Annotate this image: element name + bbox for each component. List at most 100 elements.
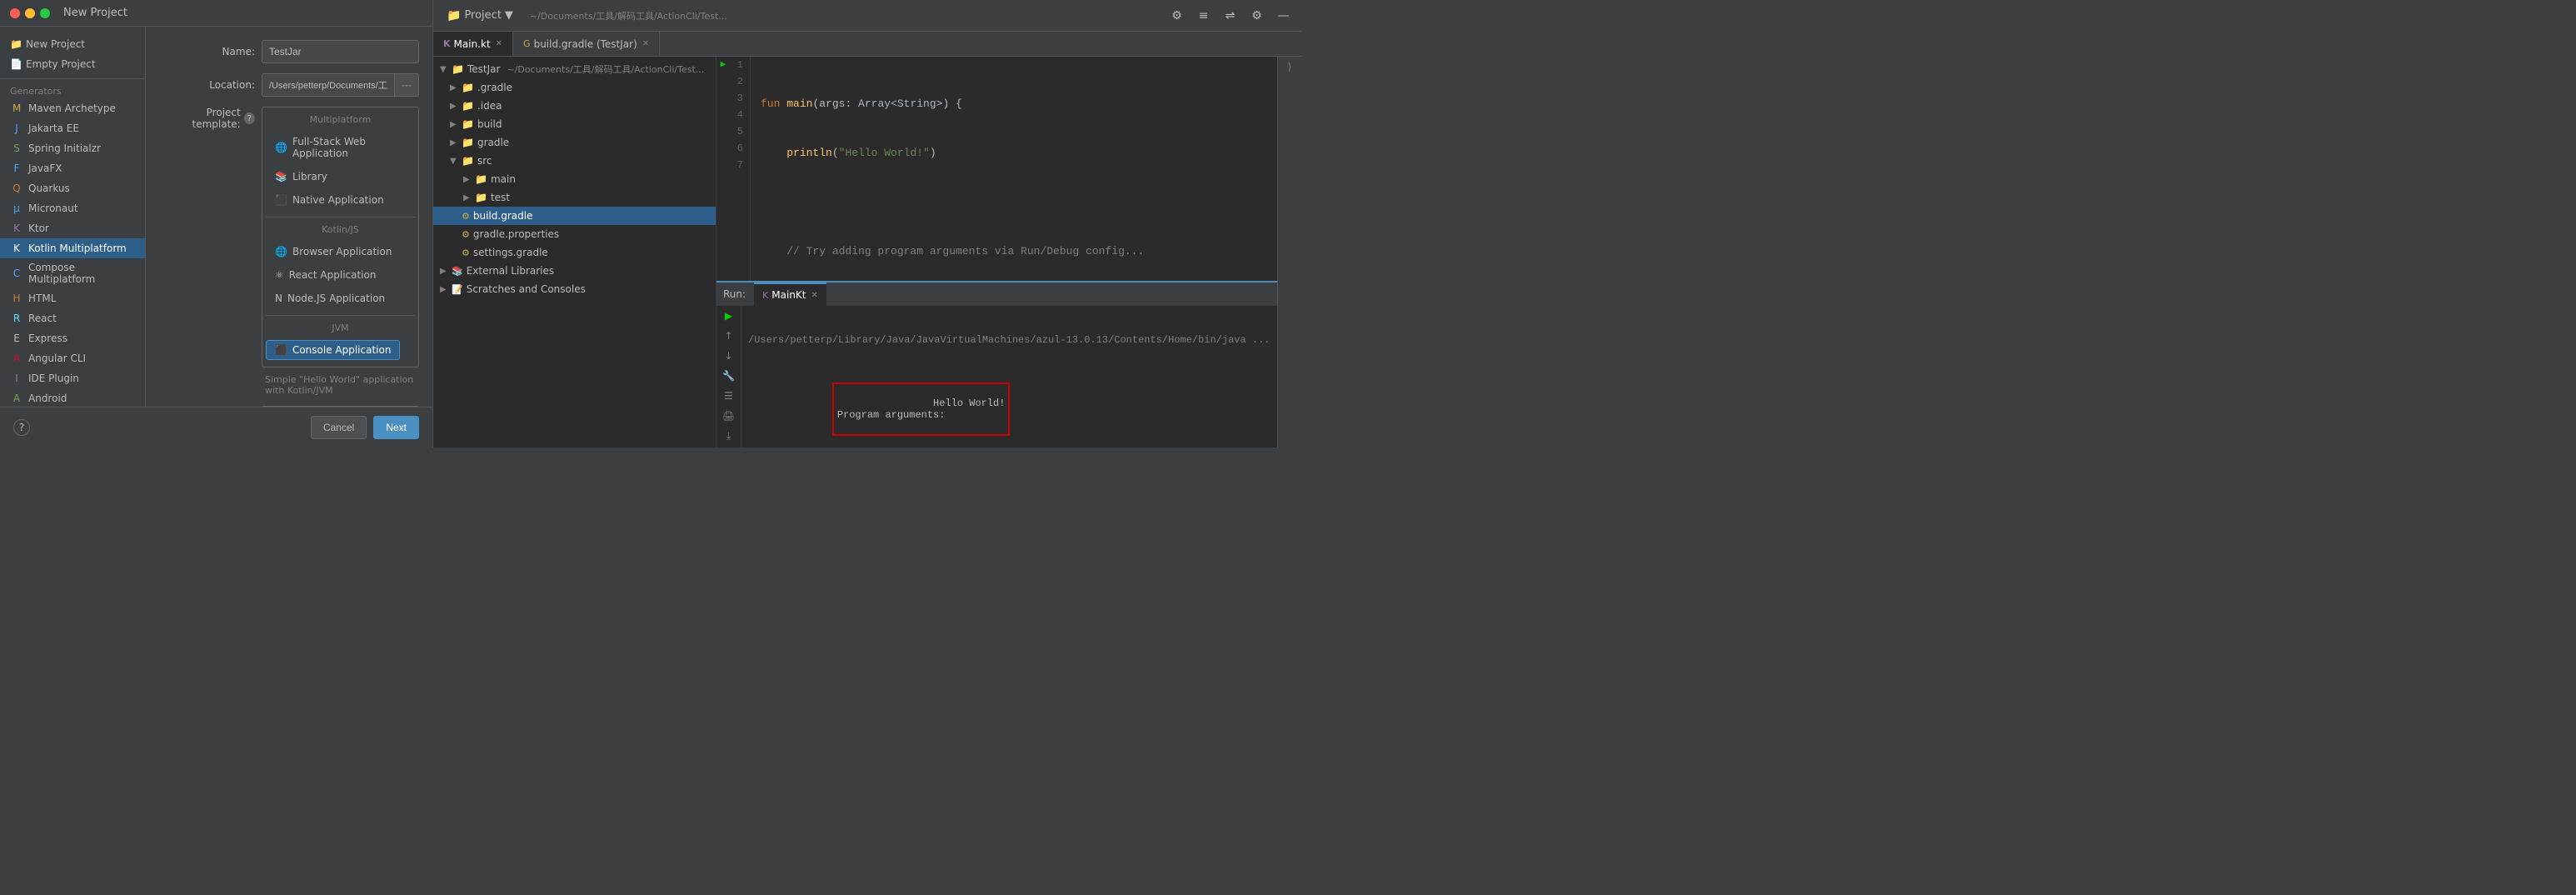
sidebar-item-micronaut[interactable]: μ Micronaut bbox=[0, 198, 145, 218]
test-arrow: ▶ bbox=[463, 193, 472, 202]
idea-folder-icon: 📁 bbox=[462, 100, 474, 112]
dialog-help-button[interactable]: ? bbox=[13, 419, 30, 436]
name-input[interactable] bbox=[262, 40, 419, 63]
react-icon: R bbox=[10, 312, 23, 325]
sidebar-item-ide-plugin[interactable]: I IDE Plugin bbox=[0, 368, 145, 388]
bottom-tab-mainkt[interactable]: K MainKt ✕ bbox=[754, 282, 826, 306]
project-dropdown-arrow: ▼ bbox=[505, 9, 513, 22]
gradle2-label: gradle bbox=[477, 137, 509, 148]
run-gutter-icon[interactable]: ▶ bbox=[722, 309, 736, 322]
run-button-line1[interactable]: ▶ bbox=[716, 57, 730, 73]
tree-item-src[interactable]: ▼ 📁 src bbox=[433, 152, 716, 170]
right-gutter-icon-1[interactable]: ⟩ bbox=[1283, 60, 1296, 73]
browse-button[interactable]: ··· bbox=[395, 73, 419, 97]
template-console-application[interactable]: ⬛ Console Application bbox=[266, 340, 400, 360]
tree-item-gradle[interactable]: ▶ 📁 .gradle bbox=[433, 78, 716, 97]
mainkt-tab-icon: K bbox=[762, 290, 768, 301]
line-gutter: ▶ 1 2 3 4 bbox=[716, 57, 751, 281]
tree-item-gradle-properties[interactable]: ▶ ⚙ gradle.properties bbox=[433, 225, 716, 243]
sidebar-divider bbox=[0, 78, 145, 79]
dialog-title: New Project bbox=[63, 7, 127, 19]
sidebar-item-quarkus[interactable]: Q Quarkus bbox=[0, 178, 145, 198]
sidebar-item-javafx[interactable]: F JavaFX bbox=[0, 158, 145, 178]
line-number-7: 7 bbox=[730, 157, 750, 173]
scroll-end-icon[interactable]: ⤓ bbox=[722, 429, 736, 442]
tree-item-external-libraries[interactable]: ▶ 📚 External Libraries bbox=[433, 262, 716, 280]
root-expand-arrow: ▼ bbox=[440, 65, 448, 74]
sidebar-item-compose-multiplatform[interactable]: C Compose Multiplatform bbox=[0, 258, 145, 288]
code-content[interactable]: fun main(args: Array<String>) { println(… bbox=[751, 57, 1277, 281]
sidebar-item-angular[interactable]: A Angular CLI bbox=[0, 348, 145, 368]
minus-icon[interactable]: — bbox=[1272, 4, 1295, 28]
ext-lib-icon: 📚 bbox=[452, 266, 463, 277]
native-icon: ⬛ bbox=[275, 194, 287, 206]
tree-item-build[interactable]: ▶ 📁 build bbox=[433, 115, 716, 133]
ktor-icon: K bbox=[10, 222, 23, 235]
location-input[interactable] bbox=[262, 73, 395, 97]
settings-icon[interactable]: ⚙ bbox=[1166, 4, 1189, 28]
filter-icon[interactable]: ☰ bbox=[722, 389, 736, 402]
sidebar-item-spring[interactable]: S Spring Initialzr bbox=[0, 138, 145, 158]
scroll-down-icon[interactable]: ↓ bbox=[722, 349, 736, 362]
tree-item-settings-gradle[interactable]: ▶ ⚙ settings.gradle bbox=[433, 243, 716, 262]
project-dropdown[interactable]: 📁 Project ▼ bbox=[440, 7, 520, 25]
close-button[interactable] bbox=[10, 8, 20, 18]
gear-icon[interactable]: ⚙ bbox=[1246, 4, 1269, 28]
line-gutter-2: 2 bbox=[716, 73, 750, 90]
columns-icon[interactable]: ⇌ bbox=[1219, 4, 1242, 28]
main-kt-close[interactable]: ✕ bbox=[496, 39, 502, 48]
ext-lib-arrow: ▶ bbox=[440, 267, 448, 276]
cancel-button[interactable]: Cancel bbox=[311, 416, 367, 439]
react-app-icon: ⚛ bbox=[275, 269, 284, 281]
right-gutter: ⟩ bbox=[1277, 57, 1302, 448]
output-box: Hello World! Program arguments: bbox=[832, 382, 1011, 436]
wrench-icon[interactable]: 🔧 bbox=[722, 369, 736, 382]
template-nodejs-app[interactable]: N Node.JS Application bbox=[266, 288, 399, 308]
template-help-icon[interactable]: ? bbox=[244, 112, 255, 124]
template-library[interactable]: 📚 Library bbox=[266, 167, 399, 187]
dialog-titlebar: New Project bbox=[0, 0, 432, 27]
tab-main-kt[interactable]: K Main.kt ✕ bbox=[433, 32, 513, 56]
minimize-button[interactable] bbox=[25, 8, 35, 18]
tree-root-testjar[interactable]: ▼ 📁 TestJar ~/Documents/工具/解码工具/ActionCl… bbox=[433, 60, 716, 78]
gradle2-folder-icon: 📁 bbox=[462, 137, 474, 148]
tree-item-scratches[interactable]: ▶ 📝 Scratches and Consoles bbox=[433, 280, 716, 298]
sidebar-item-maven-archetype[interactable]: M Maven Archetype bbox=[0, 98, 145, 118]
tree-item-idea[interactable]: ▶ 📁 .idea bbox=[433, 97, 716, 115]
build-folder-icon: 📁 bbox=[462, 118, 474, 130]
build-gradle-close[interactable]: ✕ bbox=[642, 39, 649, 48]
sidebar-item-kotlin-multiplatform[interactable]: K Kotlin Multiplatform bbox=[0, 238, 145, 258]
sidebar-item-empty-project[interactable]: 📄 Empty Project bbox=[0, 55, 145, 73]
template-react-app[interactable]: ⚛ React Application bbox=[266, 265, 399, 285]
print-icon[interactable]: 🖨 bbox=[722, 409, 736, 422]
bottom-tabs: Run: K MainKt ✕ bbox=[716, 282, 1277, 306]
sidebar-item-react[interactable]: R React bbox=[0, 308, 145, 328]
sidebar-item-express[interactable]: E Express bbox=[0, 328, 145, 348]
tree-item-main[interactable]: ▶ 📁 main bbox=[433, 170, 716, 188]
template-native-application[interactable]: ⬛ Native Application bbox=[266, 190, 399, 210]
sidebar-item-new-project[interactable]: 📁 New Project bbox=[0, 33, 145, 55]
tree-item-gradle2[interactable]: ▶ 📁 gradle bbox=[433, 133, 716, 152]
next-button[interactable]: Next bbox=[373, 416, 419, 439]
maximize-button[interactable] bbox=[40, 8, 50, 18]
sidebar-item-html[interactable]: H HTML bbox=[0, 288, 145, 308]
template-full-stack-web[interactable]: 🌐 Full-Stack Web Application bbox=[266, 132, 415, 163]
project-tree: ▼ 📁 TestJar ~/Documents/工具/解码工具/ActionCl… bbox=[433, 57, 716, 448]
sidebar-item-ktor[interactable]: K Ktor bbox=[0, 218, 145, 238]
mainkt-tab-close[interactable]: ✕ bbox=[811, 291, 818, 300]
dialog-footer: ? Cancel Next bbox=[0, 407, 432, 448]
sidebar-item-android[interactable]: A Android bbox=[0, 388, 145, 407]
code-editor[interactable]: ▶ 1 2 3 4 bbox=[716, 57, 1277, 281]
sidebar-item-jakarta-ee[interactable]: J Jakarta EE bbox=[0, 118, 145, 138]
tree-item-test[interactable]: ▶ 📁 test bbox=[433, 188, 716, 207]
gradle-folder-icon: 📁 bbox=[462, 82, 474, 93]
scroll-up-icon[interactable]: ↑ bbox=[722, 329, 736, 342]
ide-panel: 📁 Project ▼ ~/Documents/工具/解码工具/ActionCl… bbox=[433, 0, 1302, 448]
mainkt-tab-label: MainKt bbox=[771, 289, 806, 301]
tree-item-build-gradle-file[interactable]: ▶ ⚙ build.gradle bbox=[433, 207, 716, 225]
tab-build-gradle[interactable]: G build.gradle (TestJar) ✕ bbox=[513, 32, 660, 56]
list-icon[interactable]: ≡ bbox=[1192, 4, 1216, 28]
jvm-section-header: JVM bbox=[266, 319, 415, 337]
template-grid-container: Multiplatform 🌐 Full-Stack Web Applicati… bbox=[262, 107, 419, 368]
template-browser-app[interactable]: 🌐 Browser Application bbox=[266, 242, 401, 262]
